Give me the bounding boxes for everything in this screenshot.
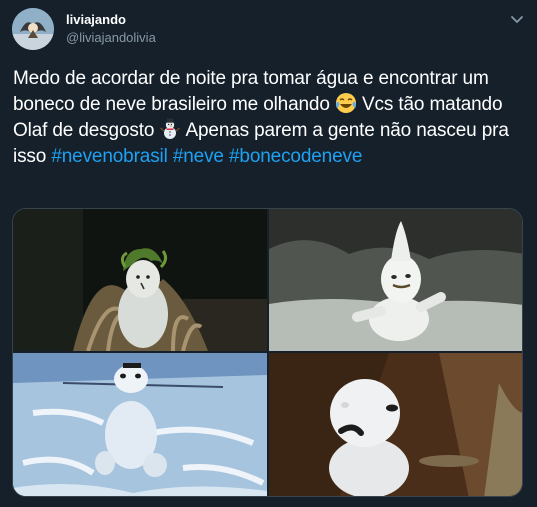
face-with-tears-of-joy-icon: [335, 92, 357, 114]
photo-snowman-leafy-hair[interactable]: [13, 209, 267, 351]
tweet-card[interactable]: liviajando @liviajandolivia Medo de acor…: [0, 0, 537, 507]
photo-snowman-night[interactable]: [269, 209, 522, 351]
snowman-icon: [159, 118, 181, 140]
hashtag-link[interactable]: #neve: [173, 146, 224, 167]
tweet-text: Medo de acordar de noite pra tomar água …: [13, 66, 528, 170]
photo-snowman-blue-snow[interactable]: [13, 353, 267, 496]
user-handle[interactable]: @liviajandolivia: [66, 30, 156, 45]
hashtag-link[interactable]: #nevenobrasil: [51, 146, 168, 167]
photo-snowman-closeup[interactable]: [269, 353, 522, 496]
media-grid: [12, 208, 523, 497]
avatar[interactable]: [12, 8, 54, 50]
display-name[interactable]: liviajando: [66, 12, 126, 27]
chevron-down-icon[interactable]: [508, 10, 526, 28]
hashtag-link[interactable]: #bonecodeneve: [229, 146, 362, 167]
